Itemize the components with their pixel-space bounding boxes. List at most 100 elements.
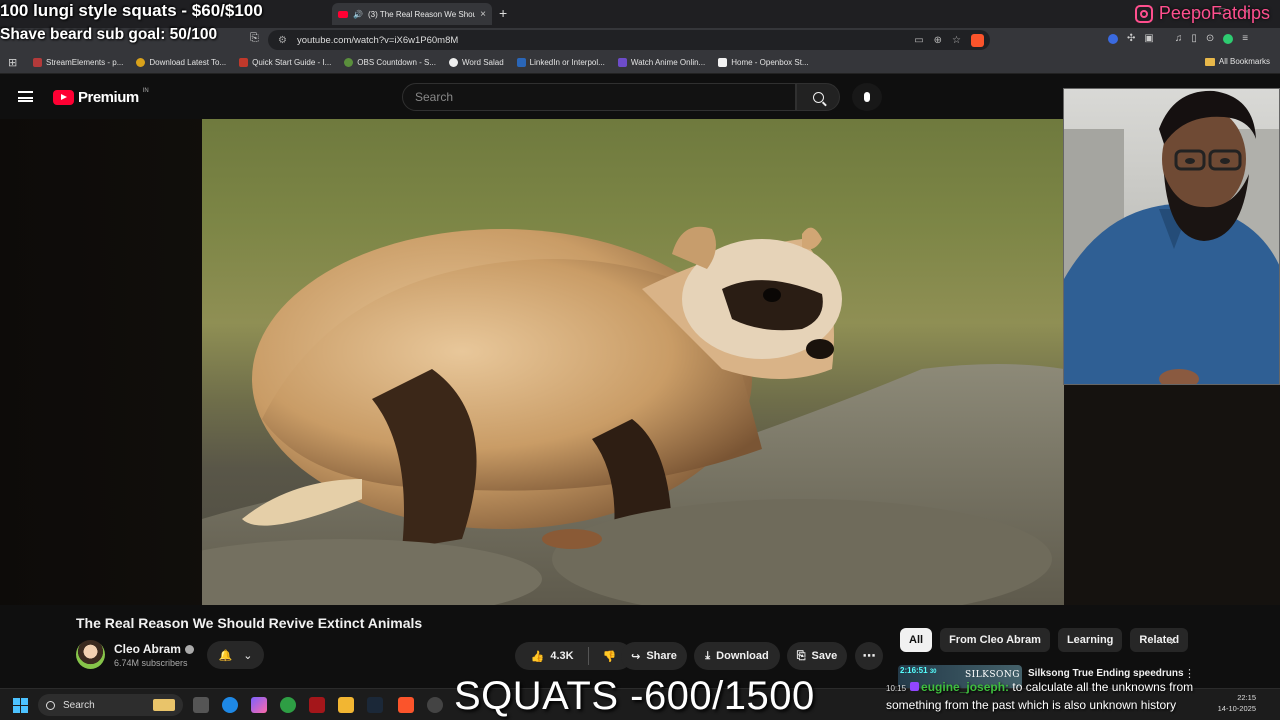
- steam-icon[interactable]: [367, 697, 383, 713]
- like-button[interactable]: 👍 4.3K: [531, 650, 574, 663]
- channel-name: Cleo Abram: [114, 642, 181, 656]
- zoom-icon[interactable]: ⊕: [934, 35, 942, 46]
- save-button[interactable]: ⎘ Save: [787, 642, 847, 670]
- voice-search-button[interactable]: [852, 83, 882, 111]
- video-player[interactable]: [202, 119, 1064, 605]
- search-input[interactable]: Search: [402, 83, 796, 111]
- game-launcher-icon[interactable]: [309, 697, 325, 713]
- thumbs-up-icon: 👍: [530, 650, 545, 663]
- widget-icon: [153, 699, 175, 711]
- extensions-puzzle-icon[interactable]: ✣: [1127, 33, 1135, 44]
- instagram-icon: [1134, 4, 1153, 23]
- recommendation-title[interactable]: Silksong True Ending speedruns: [1028, 668, 1184, 679]
- thumbs-down-icon: 👎: [602, 650, 617, 663]
- media-control-icon[interactable]: ♫: [1175, 33, 1183, 44]
- notifications-button[interactable]: 🔔 ⌄: [207, 641, 264, 669]
- clock-time: 22:15: [1237, 693, 1256, 702]
- bookmark-favicon-icon: [617, 58, 627, 67]
- youtube-favicon-icon: [338, 10, 348, 18]
- bookmark-favicon-icon: [33, 58, 42, 67]
- channel-avatar[interactable]: [76, 640, 105, 669]
- sidebar-icon[interactable]: ▯: [1191, 33, 1197, 44]
- bookmark-item[interactable]: Download Latest To...: [136, 58, 226, 67]
- bookmark-icon[interactable]: ⎘: [250, 32, 259, 45]
- all-bookmarks-button[interactable]: All Bookmarks: [1204, 57, 1270, 66]
- speaker-icon[interactable]: 🔊: [353, 10, 363, 19]
- download-button[interactable]: ⤓ Download: [694, 642, 780, 670]
- sub-goal-text: Shave beard sub goal: 50/100: [0, 26, 218, 43]
- youtube-premium-logo[interactable]: Premium IN: [53, 88, 149, 106]
- new-tab-button[interactable]: +: [499, 5, 507, 21]
- brave-shields-icon[interactable]: [971, 33, 984, 47]
- bookmark-item[interactable]: OBS Countdown - S...: [344, 58, 436, 67]
- bookmark-item[interactable]: LinkedIn or Interpol...: [516, 58, 605, 67]
- chip-related[interactable]: Related: [1130, 628, 1189, 652]
- instagram-handle: PeepoFatdips: [1134, 3, 1270, 24]
- twitch-badge-icon: [910, 682, 920, 691]
- search-button[interactable]: [796, 83, 840, 111]
- thumbnail-text: SILKSONG: [964, 670, 1020, 680]
- chip-all[interactable]: All: [900, 628, 933, 652]
- xbox-icon[interactable]: [280, 697, 296, 713]
- bookmark-item[interactable]: Home - Openbox St...: [718, 58, 809, 67]
- taskbar-search[interactable]: Search: [38, 694, 183, 716]
- dislike-button[interactable]: 👎: [603, 650, 617, 663]
- chip-from-channel[interactable]: From Cleo Abram: [940, 628, 1050, 652]
- bell-icon: 🔔: [218, 649, 233, 662]
- clock-date: 14-10-2025: [1217, 704, 1256, 713]
- site-info-icon[interactable]: ⚙: [278, 35, 287, 46]
- recommendation-duration: 2:16:51 30: [900, 666, 937, 675]
- copilot-icon[interactable]: [251, 697, 267, 713]
- taskbar-search-label: Search: [63, 699, 95, 711]
- chat-timestamp: 10:15: [886, 684, 907, 693]
- windows-start-icon[interactable]: [13, 698, 28, 713]
- squats-counter: SQUATS -600/1500: [454, 674, 815, 718]
- extension-box-icon[interactable]: ▣: [1144, 33, 1153, 44]
- handle-text: PeepoFatdips: [1158, 3, 1270, 23]
- task-view-icon[interactable]: [193, 697, 209, 713]
- chip-learning[interactable]: Learning: [1057, 628, 1123, 652]
- system-clock[interactable]: 22:15 14-10-2025: [1218, 692, 1256, 714]
- brave-browser-icon[interactable]: [398, 697, 414, 713]
- bookmark-label: OBS Countdown - S...: [357, 58, 436, 67]
- bookmark-item[interactable]: Quick Start Guide - I...: [239, 58, 331, 67]
- extension-shield-icon[interactable]: [1108, 33, 1118, 44]
- extension-icons: ✣ ▣ ♫ ▯ ⊙ ≡: [1108, 33, 1248, 44]
- hamburger-menu-icon[interactable]: [18, 91, 33, 102]
- cast-icon[interactable]: ▭: [914, 35, 923, 46]
- bookmark-favicon-icon: [239, 58, 249, 67]
- bookmark-favicon-icon: [449, 58, 458, 67]
- file-explorer-icon[interactable]: [338, 697, 354, 713]
- tab-close-icon[interactable]: ×: [480, 9, 486, 20]
- share-button[interactable]: ↪ Share: [621, 642, 687, 670]
- bookmark-label: Quick Start Guide - I...: [252, 58, 332, 67]
- chat-text: to calculate all the unknowns from: [1009, 680, 1194, 694]
- bookmark-favicon-icon: [136, 58, 146, 67]
- channel-name-link[interactable]: Cleo Abram: [114, 642, 194, 656]
- url-bar[interactable]: ⚙ youtube.com/watch?v=iX6w1P60m8M ▭ ⊕ ☆: [268, 30, 990, 50]
- edge-browser-icon[interactable]: [222, 697, 238, 713]
- vpn-status-icon[interactable]: [1223, 33, 1234, 44]
- bookmark-page-icon[interactable]: ☆: [952, 35, 961, 46]
- bookmarks-bar: ⊞ StreamElements - p... Download Latest …: [0, 52, 1280, 74]
- more-actions-button[interactable]: ⋯: [855, 642, 883, 670]
- browser-menu-icon[interactable]: ≡: [1242, 33, 1248, 44]
- apps-grid-icon[interactable]: ⊞: [8, 56, 20, 69]
- youtube-header: Premium IN Search: [0, 75, 1064, 119]
- more-horizontal-icon: ⋯: [862, 648, 876, 663]
- chevron-right-icon[interactable]: ›: [1170, 632, 1175, 648]
- bookmark-label: Watch Anime Onlin...: [630, 58, 706, 67]
- more-vertical-icon[interactable]: ⋮: [1184, 667, 1195, 680]
- chat-message-line: 10:15 eugine_joseph: to calculate all the…: [886, 680, 1193, 694]
- donation-goal-text: 100 lungi style squats - $60/$100: [0, 1, 263, 20]
- bookmark-label: Word Salad: [462, 58, 504, 67]
- subscriber-count: 6.74M subscribers: [114, 658, 188, 668]
- browser-tab-active[interactable]: 🔊 (3) The Real Reason We Shou ×: [332, 3, 492, 25]
- obs-icon[interactable]: [427, 697, 443, 713]
- bookmark-item[interactable]: Word Salad: [449, 58, 504, 67]
- wallet-icon[interactable]: ⊙: [1206, 33, 1214, 44]
- ferret-video-frame: [202, 226, 1064, 605]
- bookmark-item[interactable]: Watch Anime Onlin...: [617, 58, 706, 67]
- search-icon: [46, 700, 55, 710]
- bookmark-item[interactable]: StreamElements - p...: [33, 58, 123, 67]
